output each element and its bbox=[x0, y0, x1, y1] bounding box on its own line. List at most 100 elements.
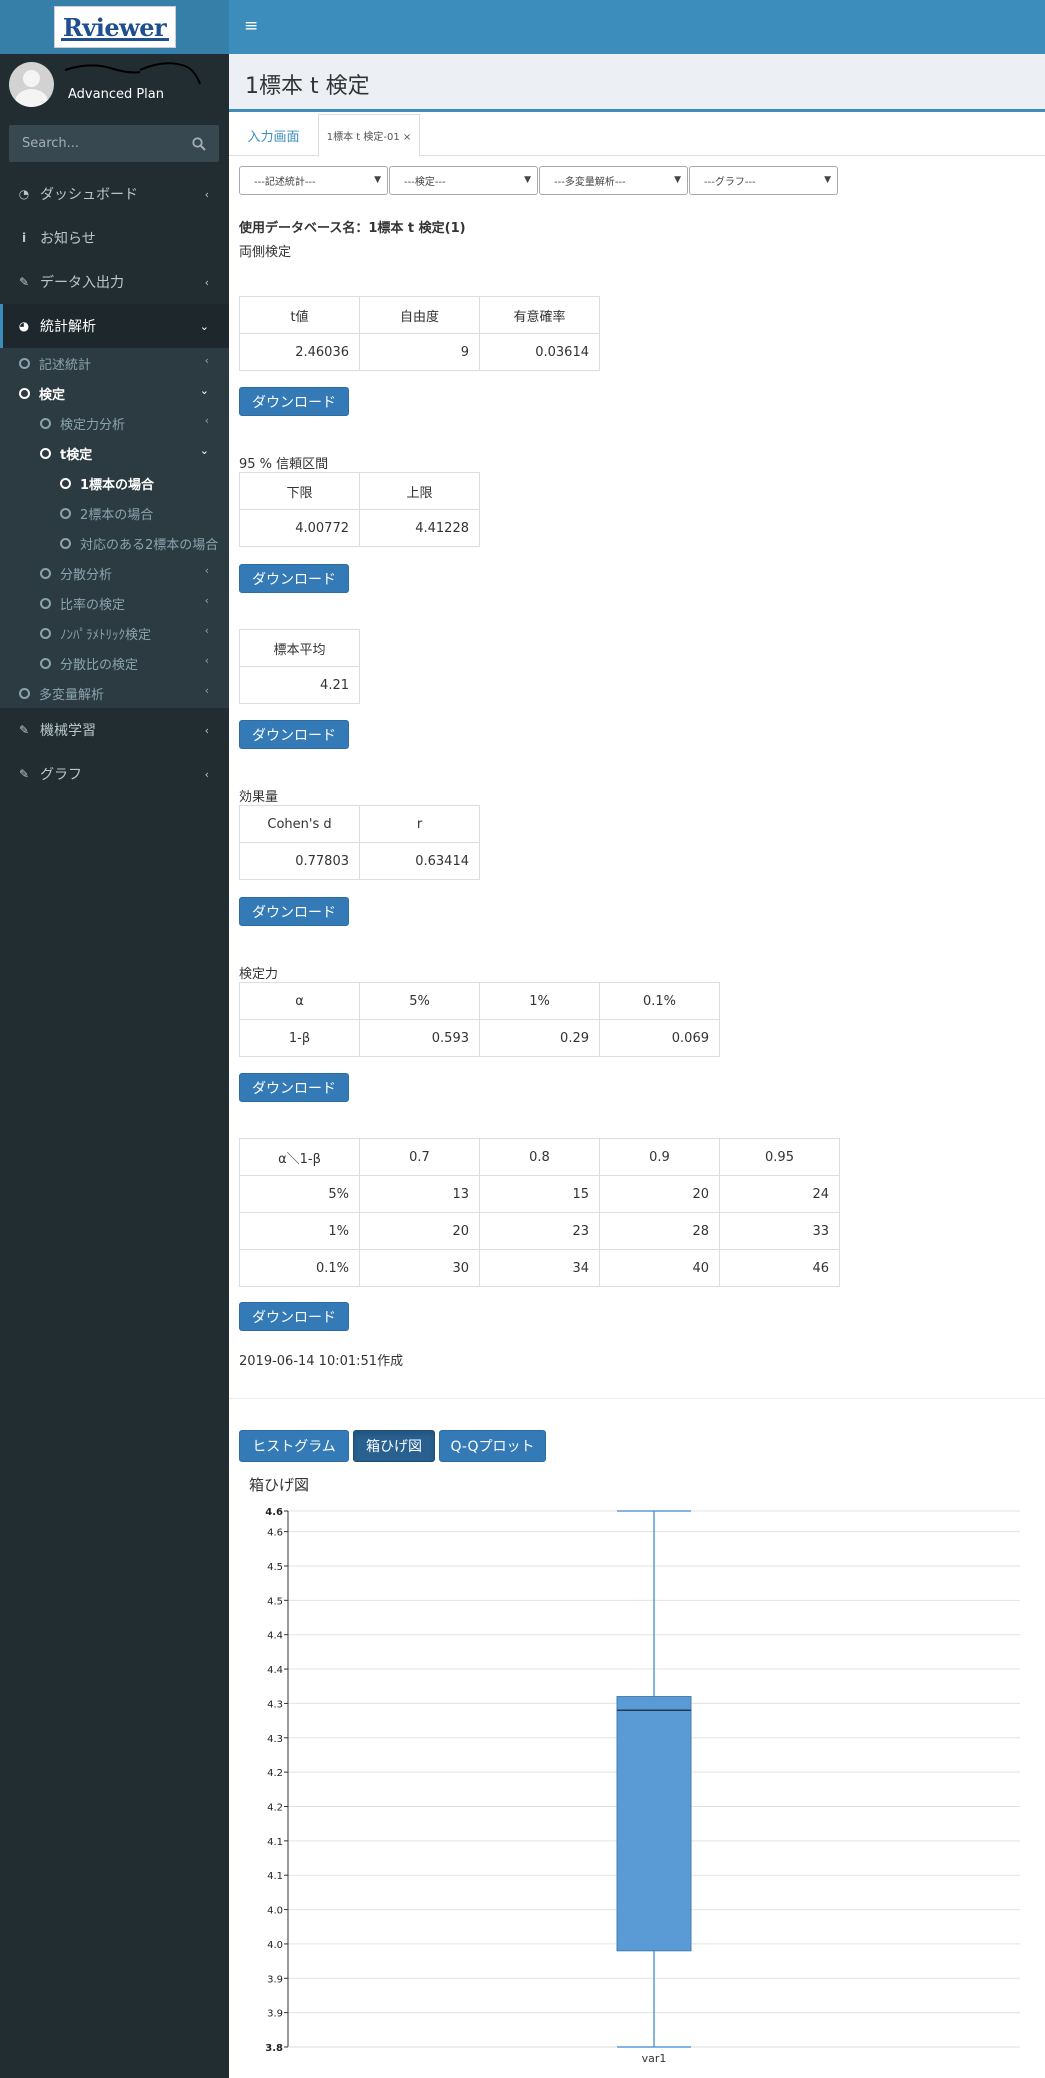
table-row: 1% 20 23 28 33 bbox=[239, 1212, 840, 1250]
table-header: 有意確率 bbox=[479, 296, 600, 334]
y-tick-label: 4.0 bbox=[267, 1906, 283, 1917]
sidebar-item-news[interactable]: i お知らせ bbox=[0, 216, 229, 260]
y-tick-label: 4.1 bbox=[267, 1837, 283, 1848]
logo-area: Rviewer bbox=[0, 0, 229, 54]
chevron-left-icon: ‹ bbox=[204, 564, 209, 577]
download-button-effect[interactable]: ダウンロード bbox=[239, 897, 349, 926]
sidebar-item-graph[interactable]: ✎ グラフ ‹ bbox=[0, 752, 229, 796]
tab-input[interactable]: 入力画面 bbox=[229, 114, 318, 156]
table-header: 0.1% bbox=[599, 982, 720, 1020]
edit-icon: ✎ bbox=[18, 723, 30, 737]
redacted-username-scribble bbox=[64, 62, 201, 85]
power-label: 検定力 bbox=[239, 967, 279, 982]
chevron-left-icon: ‹ bbox=[204, 594, 209, 607]
sample-size-table: α＼1-β 0.7 0.8 0.9 0.95 5% 13 15 20 24 1%… bbox=[239, 1138, 840, 1287]
hamburger-menu-icon[interactable]: ≡ bbox=[244, 16, 258, 36]
table-header: Cohen's d bbox=[239, 805, 360, 843]
table-header: 下限 bbox=[239, 472, 360, 510]
search-icon[interactable] bbox=[192, 137, 206, 151]
y-tick-label: 4.1 bbox=[267, 1871, 283, 1882]
y-tick-label: 4.0 bbox=[267, 1940, 283, 1951]
y-tick-label: 4.5 bbox=[267, 1562, 283, 1573]
iqr-box bbox=[616, 1696, 692, 1952]
effect-table: Cohen's d r 0.77803 0.63414 bbox=[239, 805, 480, 880]
download-button-mean[interactable]: ダウンロード bbox=[239, 720, 349, 749]
select-test[interactable]: ---検定--- ▼ bbox=[389, 166, 538, 195]
table-header: t値 bbox=[239, 296, 360, 334]
table-header: 0.8 bbox=[479, 1138, 600, 1176]
sidebar-search-input[interactable] bbox=[9, 136, 184, 151]
mean-table: 標本平均 4.21 bbox=[239, 629, 360, 704]
sidebar-item-ttest[interactable]: t検定 bbox=[40, 442, 92, 464]
sidebar-item-paired[interactable]: 対応のある2標本の場合 bbox=[60, 532, 218, 554]
table-header: r bbox=[359, 805, 480, 843]
db-name: 使用データベース名：1標本 t 検定(1) bbox=[239, 221, 466, 236]
table-cell: 1-β bbox=[239, 1019, 360, 1057]
dropdown-arrow-icon: ▼ bbox=[824, 175, 831, 185]
y-tick-label: 4.6 bbox=[267, 1528, 283, 1539]
sidebar-item-ml[interactable]: ✎ 機械学習 ‹ bbox=[0, 708, 229, 752]
table-header: 0.95 bbox=[719, 1138, 840, 1176]
chevron-left-icon: ‹ bbox=[204, 187, 209, 201]
sidebar-item-power[interactable]: 検定力分析 bbox=[40, 412, 125, 434]
select-multivariate[interactable]: ---多変量解析--- ▼ bbox=[539, 166, 688, 195]
y-tick-label: 4.3 bbox=[267, 1734, 283, 1745]
y-tick-label: 4.2 bbox=[267, 1802, 283, 1813]
tab-result[interactable]: 1標本 t 検定-01 × bbox=[318, 114, 420, 157]
divider bbox=[229, 1398, 1045, 1399]
boxplot-button[interactable]: 箱ひげ図 bbox=[353, 1430, 435, 1462]
download-button-power[interactable]: ダウンロード bbox=[239, 1073, 349, 1102]
y-tick-label: 3.8 bbox=[265, 2043, 283, 2054]
sidebar-item-test[interactable]: 検定 bbox=[19, 382, 65, 404]
sidebar-search[interactable] bbox=[9, 125, 219, 162]
sidebar-item-two-sample[interactable]: 2標本の場合 bbox=[60, 502, 153, 524]
sidebar-item-multivariate[interactable]: 多変量解析 bbox=[19, 682, 104, 704]
sidebar-item-dashboard[interactable]: ◔ ダッシュボード ‹ bbox=[0, 172, 229, 216]
qq-plot-button[interactable]: Q-Qプロット bbox=[439, 1430, 546, 1462]
sidebar-item-one-sample[interactable]: 1標本の場合 bbox=[60, 472, 154, 494]
edit-icon: ✎ bbox=[18, 767, 30, 781]
download-button-t[interactable]: ダウンロード bbox=[239, 387, 349, 416]
sidebar-item-anova[interactable]: 分散分析 bbox=[40, 562, 112, 584]
download-button-ci[interactable]: ダウンロード bbox=[239, 564, 349, 593]
dropdown-arrow-icon: ▼ bbox=[674, 175, 681, 185]
user-panel: Advanced Plan bbox=[0, 54, 229, 118]
sidebar-item-ratio[interactable]: 比率の検定 bbox=[40, 592, 125, 614]
sidebar-item-stats[interactable]: ◕ 統計解析 ⌄ bbox=[0, 304, 229, 348]
ci-table: 下限 上限 4.00772 4.41228 bbox=[239, 472, 480, 547]
dropdown-arrow-icon: ▼ bbox=[374, 175, 381, 185]
y-tick-label: 4.2 bbox=[267, 1768, 283, 1779]
ci-label: 95 % 信頼区間 bbox=[239, 457, 329, 472]
select-graph[interactable]: ---グラフ--- ▼ bbox=[689, 166, 838, 195]
sidebar-item-nonparam[interactable]: ﾉﾝﾊﾟﾗﾒﾄﾘｯｸ検定 bbox=[40, 622, 151, 644]
effect-label: 効果量 bbox=[239, 790, 279, 805]
x-category-label: var1 bbox=[642, 2052, 667, 2065]
power-table: α 5% 1% 0.1% 1-β 0.593 0.29 0.069 bbox=[239, 982, 720, 1057]
table-header: 自由度 bbox=[359, 296, 480, 334]
page-header: 1標本 t 検定 bbox=[229, 54, 1045, 112]
dropdown-arrow-icon: ▼ bbox=[524, 175, 531, 185]
chevron-left-icon: ‹ bbox=[204, 275, 209, 289]
sidebar-item-data-io[interactable]: ✎ データ入出力 ‹ bbox=[0, 260, 229, 304]
download-button-sample-size[interactable]: ダウンロード bbox=[239, 1302, 349, 1331]
table-row: 0.1% 30 34 40 46 bbox=[239, 1249, 840, 1287]
table-header: 0.9 bbox=[599, 1138, 720, 1176]
created-timestamp: 2019-06-14 10:01:51作成 bbox=[239, 1354, 404, 1369]
table-cell: 0.03614 bbox=[479, 333, 600, 371]
select-descriptive[interactable]: ---記述統計--- ▼ bbox=[239, 166, 388, 195]
test-type: 両側検定 bbox=[239, 245, 292, 260]
chevron-left-icon: ‹ bbox=[204, 723, 209, 737]
chevron-down-icon: ⌄ bbox=[199, 444, 209, 457]
edit-icon: ✎ bbox=[18, 275, 30, 289]
table-cell: 4.41228 bbox=[359, 509, 480, 547]
rviewer-logo[interactable]: Rviewer bbox=[53, 6, 176, 48]
page-title: 1標本 t 検定 bbox=[245, 74, 370, 99]
y-tick-label: 4.4 bbox=[267, 1631, 283, 1642]
pie-chart-icon: ◕ bbox=[18, 319, 30, 333]
logo-underline bbox=[60, 38, 169, 41]
sidebar-item-descriptive[interactable]: 記述統計 bbox=[19, 352, 91, 374]
sidebar-item-var-ratio[interactable]: 分散比の検定 bbox=[40, 652, 138, 674]
sidebar: Rviewer Advanced Plan ◔ ダッシュボード ‹ i お知らせ… bbox=[0, 0, 229, 2078]
chevron-left-icon: ‹ bbox=[204, 654, 209, 667]
histogram-button[interactable]: ヒストグラム bbox=[239, 1430, 349, 1462]
